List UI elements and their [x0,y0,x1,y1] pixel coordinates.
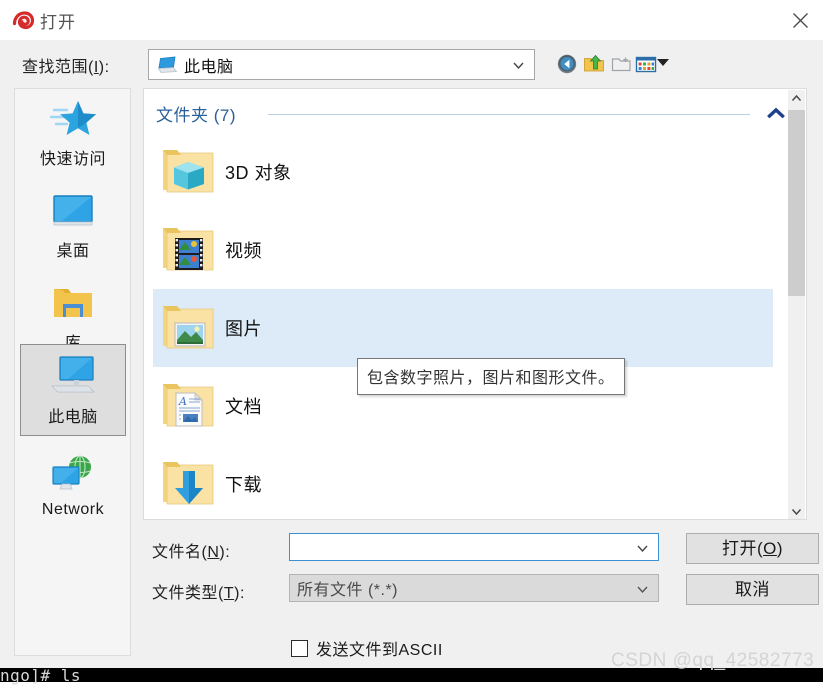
ascii-checkbox[interactable] [291,639,308,657]
sidebar-item-label: 桌面 [56,243,90,260]
open-button-key: O [763,539,777,558]
network-globe-icon [49,451,97,499]
triangle-down-icon[interactable] [657,59,669,66]
monitor-icon [50,187,96,235]
snail-logo-icon [12,9,35,31]
folder-documents-icon: A [153,374,225,438]
filetype-label-prefix: 文件类型( [152,585,224,602]
cancel-button[interactable]: 取消 [686,574,819,605]
lookin-label-prefix: 查找范围( [22,59,94,76]
terminal-prompt-text: ngo]# ls [0,666,82,685]
folder-3d-object-icon [153,140,225,204]
sidebar-item-network[interactable]: Network [20,449,126,533]
open-button[interactable]: 打开(O) [686,533,819,564]
scroll-up-icon[interactable] [788,90,805,107]
ascii-checkbox-label: 发送文件到ASCII [316,642,443,659]
places-bar: 快速访问 桌面 库 [14,88,131,656]
table-row-label: 下载 [225,475,262,495]
new-folder-icon[interactable] [611,53,633,75]
table-row[interactable]: 图片 [153,289,773,367]
filename-label-suffix: ): [219,544,231,561]
table-row[interactable]: 3D 对象 [153,133,773,211]
title-bar: 打开 [0,0,823,40]
sidebar-item-label: 快速访问 [39,151,106,168]
filename-label: 文件名(N): [152,538,230,562]
table-row-label: 图片 [225,319,262,339]
filetype-dropdown[interactable]: 所有文件 (*.*) [289,574,659,602]
filetype-selected-value: 所有文件 (*.*) [297,582,399,599]
tooltip: 包含数字照片，图片和图形文件。 [357,358,625,395]
lookin-label-suffix: ): [98,59,110,76]
open-file-dialog: 打开 查找范围(I): 此电脑 快速访问 桌面 此电脑 Network 文件夹 … [0,0,823,671]
scrollbar-thumb[interactable] [788,110,805,296]
library-folder-icon [50,279,96,327]
filename-label-key: N [207,544,220,561]
chevron-down-icon[interactable] [636,542,649,559]
table-row[interactable]: 视频 [153,211,773,289]
sidebar-item-quick-access[interactable]: 快速访问 [20,93,126,177]
file-list: 文件夹 (7) 3D 对象 视频 图片 A 文档 下载 [143,88,807,520]
filetype-label-key: T [223,585,235,602]
group-header: 文件夹 (7) [156,101,792,127]
view-mode-icon[interactable] [635,53,657,75]
this-pc-icon [48,353,98,401]
ascii-checkbox-row[interactable]: 发送文件到ASCII [291,636,443,660]
sidebar-item-label: 此电脑 [48,409,98,426]
folder-pictures-icon [153,296,225,360]
group-header-label: 文件夹 (7) [156,106,236,125]
filetype-label: 文件类型(T): [152,579,245,603]
table-row-label: 视频 [225,241,262,261]
up-folder-icon[interactable] [583,53,605,75]
back-arrow-icon[interactable] [556,53,578,75]
close-icon[interactable] [777,0,823,40]
window-title: 打开 [40,13,76,32]
sidebar-item-desktop[interactable]: 桌面 [20,185,126,269]
table-row-label: 文档 [225,397,262,417]
svg-text:A: A [178,395,187,408]
vertical-scrollbar[interactable] [788,90,805,519]
table-row[interactable]: 下载 [153,445,773,519]
path-dropdown[interactable]: 此电脑 [148,49,535,80]
filename-label-prefix: 文件名( [152,544,208,561]
open-button-suffix: ) [776,539,784,558]
star-icon [50,95,96,143]
chevron-down-icon[interactable] [636,583,649,600]
chevron-up-icon[interactable] [766,105,786,125]
watermark: CSDN @qq_42582773 [611,650,815,671]
filetype-label-suffix: ): [234,585,245,602]
sidebar-item-this-pc[interactable]: 此电脑 [20,344,126,436]
folder-downloads-icon [153,452,225,516]
scroll-down-icon[interactable] [788,503,805,519]
computer-icon [156,56,178,74]
open-button-prefix: 打开( [721,539,764,558]
folder-videos-icon [153,218,225,282]
table-row-label: 3D 对象 [225,163,292,183]
filename-combo[interactable] [289,533,659,561]
path-current-value: 此电脑 [184,58,234,76]
sidebar-item-label: Network [41,501,105,518]
chevron-down-icon[interactable] [512,59,525,76]
group-header-divider [268,114,750,115]
lookin-label: 查找范围(I): [22,53,110,77]
filename-input[interactable] [294,536,632,558]
